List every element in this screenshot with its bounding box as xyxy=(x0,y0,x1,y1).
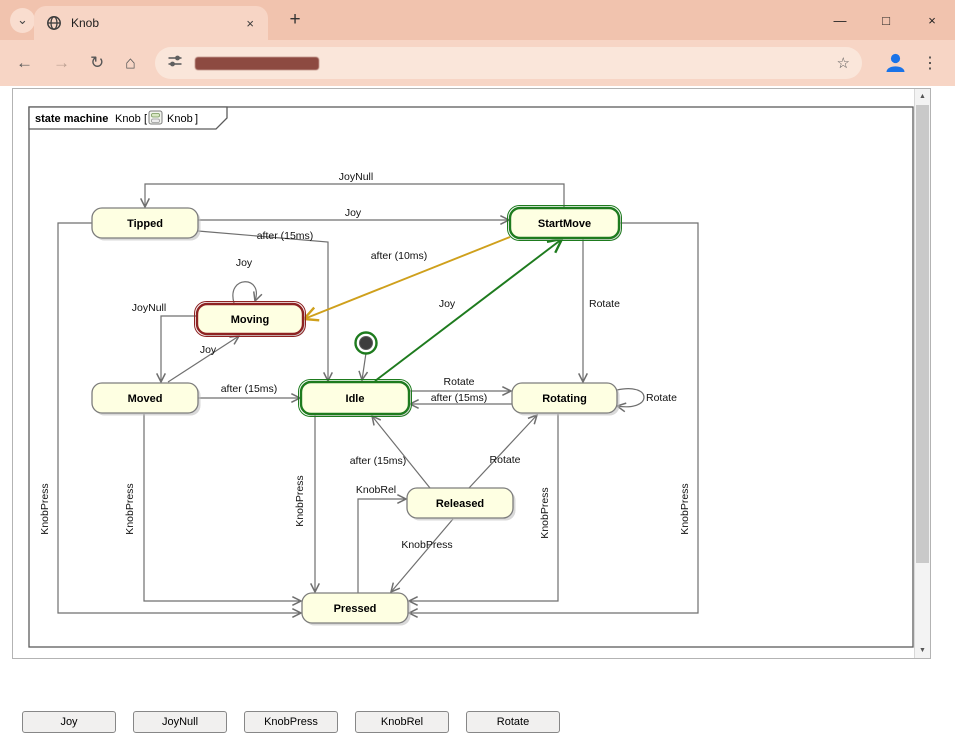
svg-text:Rotate: Rotate xyxy=(589,298,620,310)
svg-text:Tipped: Tipped xyxy=(127,218,163,230)
tab-search-button[interactable]: ⌄ xyxy=(10,8,35,33)
svg-text:Moving: Moving xyxy=(231,314,270,326)
svg-text:Rotate: Rotate xyxy=(646,392,677,404)
tab-strip: ⌄ Knob × + — □ × xyxy=(0,0,955,40)
scrollbar-thumb[interactable] xyxy=(916,105,929,563)
event-button-joynull[interactable]: JoyNull xyxy=(133,711,227,733)
state-moving: Moving xyxy=(195,302,306,337)
svg-text:]: ] xyxy=(195,113,198,125)
state-startmove: StartMove xyxy=(508,206,622,241)
svg-text:Knob: Knob xyxy=(115,113,141,125)
address-bar[interactable]: ☆ xyxy=(155,47,862,79)
svg-text:Released: Released xyxy=(436,498,484,510)
reload-button[interactable]: ↻ xyxy=(90,53,104,73)
vertical-scrollbar[interactable]: ▲ ▼ xyxy=(914,89,930,658)
scroll-up-button[interactable]: ▲ xyxy=(915,89,930,104)
svg-text:[: [ xyxy=(144,113,147,125)
maximize-button[interactable]: □ xyxy=(863,0,909,40)
home-button[interactable]: ⌂ xyxy=(125,53,136,74)
state-diagram: state machineKnob[Knob]JoyNullJoyafter (… xyxy=(13,89,915,658)
svg-text:Joy: Joy xyxy=(439,298,456,310)
state-pressed: Pressed xyxy=(302,593,411,626)
svg-text:after (15ms): after (15ms) xyxy=(350,455,407,467)
svg-text:Pressed: Pressed xyxy=(334,603,377,615)
forward-button[interactable]: → xyxy=(53,53,70,73)
minimize-button[interactable]: — xyxy=(817,0,863,40)
svg-text:Joy: Joy xyxy=(236,257,253,269)
svg-text:after (15ms): after (15ms) xyxy=(431,392,488,404)
browser-tab[interactable]: Knob × xyxy=(34,6,268,40)
chevron-down-icon: ⌄ xyxy=(17,12,28,27)
state-tipped: Tipped xyxy=(92,208,201,241)
svg-text:Knob: Knob xyxy=(167,113,193,125)
svg-text:state machine: state machine xyxy=(35,113,108,125)
svg-text:after (15ms): after (15ms) xyxy=(257,230,314,242)
event-button-rotate[interactable]: Rotate xyxy=(466,711,560,733)
svg-text:KnobPress: KnobPress xyxy=(539,487,551,538)
globe-favicon-icon xyxy=(46,15,62,31)
svg-text:Moved: Moved xyxy=(128,393,163,405)
event-button-knobrel[interactable]: KnobRel xyxy=(355,711,449,733)
svg-text:KnobPress: KnobPress xyxy=(679,483,691,534)
window-controls: — □ × xyxy=(817,0,955,40)
svg-text:Rotate: Rotate xyxy=(490,454,521,466)
site-settings-icon[interactable] xyxy=(167,53,183,74)
svg-text:KnobPress: KnobPress xyxy=(124,483,136,534)
bookmark-star-icon[interactable]: ☆ xyxy=(837,54,850,72)
profile-avatar[interactable] xyxy=(882,49,909,76)
svg-text:Joy: Joy xyxy=(345,207,362,219)
svg-text:KnobPress: KnobPress xyxy=(401,539,452,551)
svg-text:StartMove: StartMove xyxy=(538,218,591,230)
state-moved: Moved xyxy=(92,383,201,416)
svg-text:JoyNull: JoyNull xyxy=(339,171,373,183)
svg-text:KnobRel: KnobRel xyxy=(356,484,396,496)
state-rotating: Rotating xyxy=(512,383,620,416)
svg-text:after (10ms): after (10ms) xyxy=(371,250,428,262)
event-buttons: Joy JoyNull KnobPress KnobRel Rotate xyxy=(22,711,560,733)
close-button[interactable]: × xyxy=(909,0,955,40)
svg-text:Idle: Idle xyxy=(346,393,365,405)
redacted-url xyxy=(195,57,319,70)
svg-text:KnobPress: KnobPress xyxy=(294,475,306,526)
svg-text:JoyNull: JoyNull xyxy=(132,302,166,314)
svg-text:Joy: Joy xyxy=(200,344,217,356)
back-button[interactable]: ← xyxy=(16,53,33,73)
svg-text:Rotate: Rotate xyxy=(444,376,475,388)
tab-close-button[interactable]: × xyxy=(244,16,256,31)
svg-text:Rotating: Rotating xyxy=(542,393,587,405)
tab-title: Knob xyxy=(71,16,244,30)
event-button-knobpress[interactable]: KnobPress xyxy=(244,711,338,733)
new-tab-button[interactable]: + xyxy=(282,7,308,33)
event-button-joy[interactable]: Joy xyxy=(22,711,116,733)
browser-menu-icon[interactable]: ⋮ xyxy=(922,53,938,73)
document-area: state machineKnob[Knob]JoyNullJoyafter (… xyxy=(12,88,931,659)
state-idle: Idle xyxy=(299,380,412,417)
state-released: Released xyxy=(407,488,516,521)
browser-toolbar: ← → ↻ ⌂ ☆ ⋮ xyxy=(0,40,955,86)
scroll-down-button[interactable]: ▼ xyxy=(915,643,930,658)
svg-text:KnobPress: KnobPress xyxy=(39,483,51,534)
svg-text:after (15ms): after (15ms) xyxy=(221,383,278,395)
